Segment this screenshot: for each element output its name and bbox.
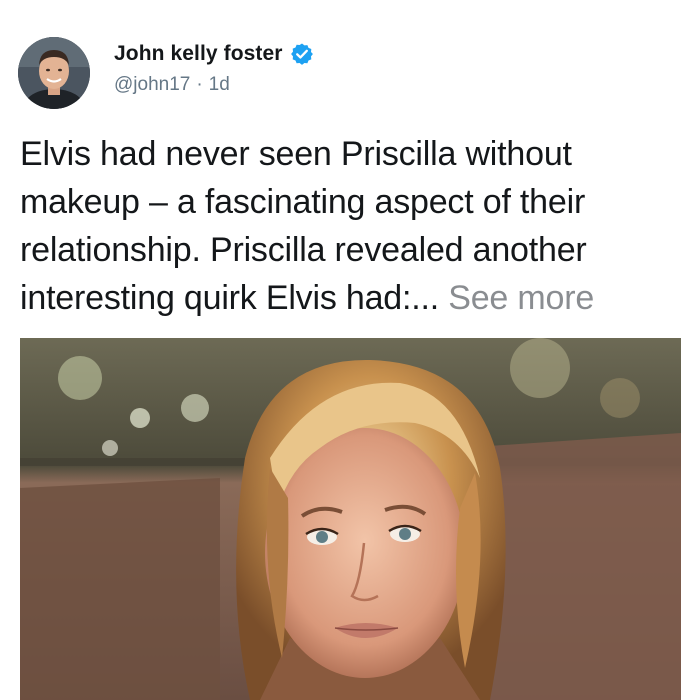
tweet-text-fragment: interesting quirk Elvis had:... <box>20 279 439 317</box>
avatar-photo <box>18 37 90 109</box>
tweet-text-line-last: interesting quirk Elvis had:... See more <box>20 274 690 322</box>
author-handle[interactable]: @john17 <box>114 74 190 96</box>
tweet-text-line: makeup – a fascinating aspect of their <box>20 183 586 221</box>
author-display-name[interactable]: John kelly foster <box>114 42 283 66</box>
tweet-timestamp[interactable]: 1d <box>209 74 230 96</box>
portrait-image <box>20 338 681 700</box>
tweet-text-line: relationship. Priscilla revealed another <box>20 231 587 269</box>
tweet-photo[interactable] <box>20 338 681 700</box>
author-meta-row: @john17 · 1d <box>114 73 230 97</box>
verified-badge-icon <box>290 42 314 66</box>
tweet-text: Elvis had never seen Priscilla without m… <box>20 130 690 322</box>
author-name-row: John kelly foster <box>114 40 314 68</box>
avatar[interactable] <box>18 37 90 109</box>
meta-separator: · <box>196 74 203 95</box>
tweet-card[interactable]: John kelly foster @john17 · 1d Elvis had… <box>0 0 700 700</box>
see-more-link[interactable]: See more <box>448 279 594 317</box>
tweet-text-line: Elvis had never seen Priscilla without <box>20 135 572 173</box>
